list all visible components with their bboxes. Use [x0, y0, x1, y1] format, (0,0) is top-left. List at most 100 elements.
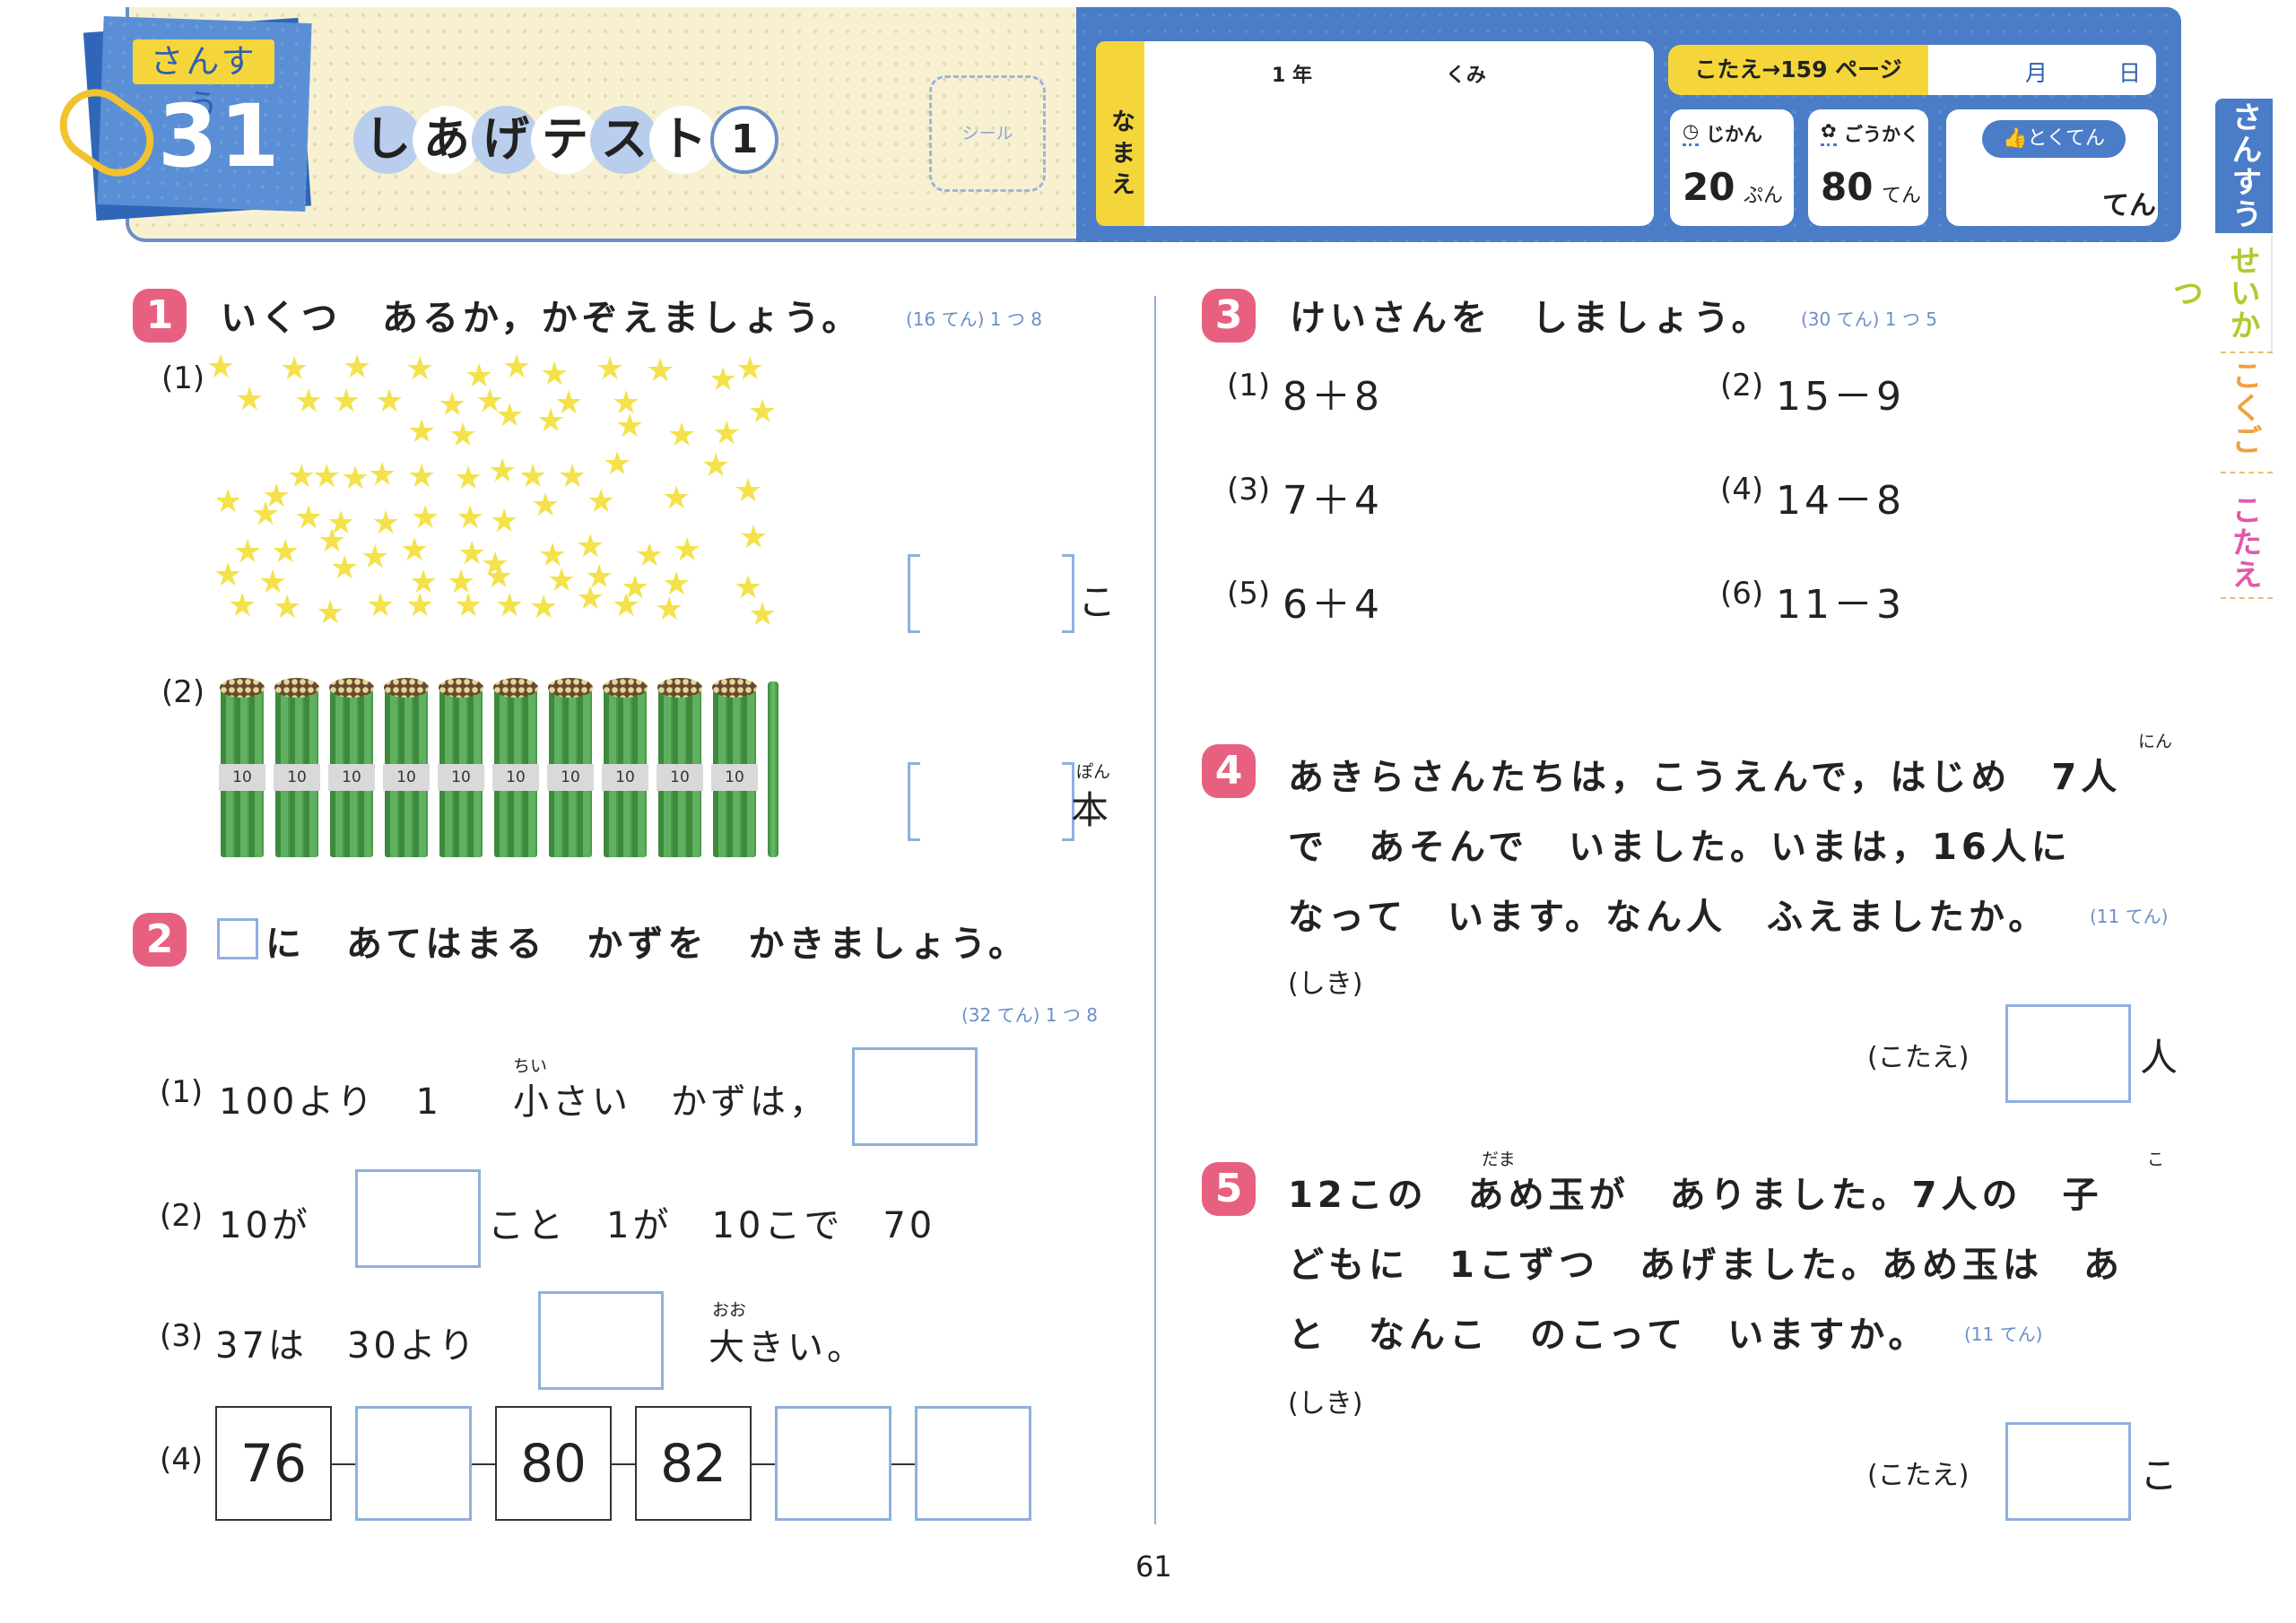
ruby: おお: [712, 1300, 747, 1320]
star: ★: [405, 587, 435, 624]
bundle-band: 10: [711, 764, 758, 791]
star: ★: [405, 351, 435, 387]
sub-label: (6): [1720, 576, 1764, 612]
star: ★: [529, 589, 559, 626]
bundle-top: [657, 678, 702, 698]
bundle-band: 10: [602, 764, 648, 791]
formula-label: (しき): [1288, 968, 1363, 1000]
class-label: くみ: [1446, 65, 1486, 87]
bundle-top: [384, 678, 429, 698]
star: ★: [612, 587, 641, 624]
star: ★: [488, 453, 517, 490]
sub-label: (4): [160, 1442, 204, 1478]
star: ★: [662, 480, 691, 516]
expression: 15－9: [1776, 374, 1905, 420]
bundle-band: 10: [274, 764, 320, 791]
answer-box[interactable]: [2005, 1004, 2131, 1103]
single-stick: [768, 681, 778, 857]
answer-box[interactable]: [2005, 1422, 2131, 1521]
star: ★: [368, 456, 397, 493]
star: ★: [712, 415, 742, 452]
question-text: に あてはまる かずを かきましょう。: [265, 924, 1029, 965]
question-line: どもに 1こずつ あげました。あめ玉は あ: [1288, 1245, 2125, 1286]
star: ★: [456, 499, 485, 536]
star: ★: [587, 483, 616, 520]
star: ★: [371, 505, 401, 542]
answer-box[interactable]: [538, 1291, 664, 1390]
star: ★: [287, 458, 317, 495]
bundle-band: 10: [438, 764, 484, 791]
star: ★: [341, 460, 370, 497]
question-number: 2: [133, 913, 187, 967]
answer-box-stars[interactable]: [920, 554, 1062, 633]
bundle-top: [712, 678, 757, 698]
star: ★: [343, 349, 372, 386]
title-char: ス: [590, 106, 658, 174]
star: ★: [228, 587, 257, 624]
answer-reference: こたえ→159 ページ: [1668, 45, 1928, 95]
problem-text: 37は 30より: [215, 1325, 478, 1367]
question-number: 3: [1202, 289, 1256, 343]
tab-kokugo[interactable]: こくご: [2215, 359, 2273, 457]
bundle-band: 10: [657, 764, 703, 791]
answer-box[interactable]: [852, 1047, 978, 1146]
time-value: 20: [1683, 165, 1735, 209]
ruby: にん: [2138, 732, 2173, 751]
time-label: じかん: [1706, 124, 1762, 145]
star: ★: [495, 397, 525, 434]
score-label: 👍とくてん: [1982, 120, 2126, 158]
score-unit: てん: [2102, 190, 2156, 221]
divider: [2221, 592, 2273, 599]
sub-label: (1): [1227, 368, 1271, 404]
star: ★: [294, 383, 324, 420]
bracket-left: [908, 762, 920, 841]
dash: [891, 1463, 915, 1465]
sequence-answer-box[interactable]: [775, 1406, 891, 1521]
answer-label: (こたえ): [1867, 1460, 1970, 1491]
sub-label: (2): [160, 1198, 204, 1234]
question-number: 1: [133, 289, 187, 343]
title-char: テ: [531, 106, 599, 174]
sequence-answer-box[interactable]: [355, 1406, 472, 1521]
star: ★: [667, 417, 697, 454]
sequence-box: 80: [495, 1406, 612, 1521]
clock-icon: ◷: [1683, 120, 1700, 146]
star: ★: [206, 349, 236, 386]
question-line: で あそんで いました。いまは，16人に: [1288, 827, 2072, 868]
unit-label: こ: [1078, 580, 1117, 624]
page-number: 61: [1135, 1549, 1172, 1584]
pass-unit: てん: [1882, 185, 1922, 207]
points-label: (30 てん) 1 つ 5: [1801, 308, 1937, 330]
answer-box-sticks[interactable]: [920, 762, 1062, 841]
subject-label: さんすう: [133, 39, 274, 126]
name-field[interactable]: [1144, 41, 1654, 226]
answer-box[interactable]: [355, 1169, 481, 1268]
sequence-answer-box[interactable]: [915, 1406, 1031, 1521]
question-text: けいさんを しましょう。: [1290, 298, 1772, 339]
bundle-top: [274, 678, 319, 698]
thumbs-up-icon: 👍: [2002, 127, 2028, 150]
grade-label: 1 年: [1272, 65, 1312, 87]
points-label: (11 てん): [1964, 1324, 2043, 1345]
tab-seikatsu[interactable]: せいかつ: [2167, 235, 2273, 352]
star: ★: [576, 580, 605, 617]
star: ★: [734, 473, 763, 509]
tab-kotae[interactable]: こたえ: [2215, 484, 2273, 601]
column-divider: [1154, 296, 1156, 1524]
problem-text: 100より 1: [219, 1081, 482, 1123]
bundle-band: 10: [492, 764, 539, 791]
star: ★: [490, 503, 519, 540]
sequence-box: 76: [215, 1406, 332, 1521]
time-box: ◷ じかん 20 ぷん: [1670, 109, 1794, 226]
dash: [612, 1463, 635, 1465]
title-char: し: [353, 106, 422, 174]
answer-label: (こたえ): [1867, 1042, 1970, 1073]
star: ★: [673, 532, 702, 568]
star: ★: [603, 446, 632, 482]
time-unit: ぷん: [1744, 185, 1784, 207]
star: ★: [502, 349, 532, 386]
sequence-box: 82: [635, 1406, 752, 1521]
question-line: 12この あめ玉が ありました。7人の 子: [1288, 1175, 2103, 1216]
tab-sansu[interactable]: さんすう: [2215, 99, 2273, 233]
star: ★: [735, 351, 765, 387]
